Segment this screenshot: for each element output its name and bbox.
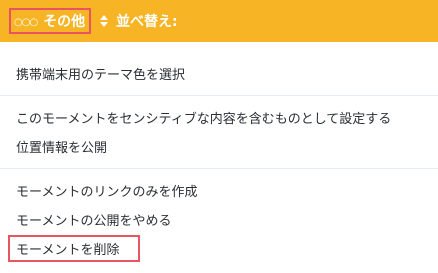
other-menu-label: その他 xyxy=(43,14,86,30)
menu-item-theme-color[interactable]: 携帯端末用のテーマ色を選択 xyxy=(16,64,185,83)
menu-divider xyxy=(0,168,438,169)
sort-arrows-icon xyxy=(99,14,109,28)
sort-label: 並べ替え: xyxy=(116,14,178,30)
ellipsis-icon: ○○○ xyxy=(14,16,38,28)
menu-divider xyxy=(0,95,438,96)
top-toolbar: ○○○ その他 並べ替え: xyxy=(0,0,438,42)
sort-button[interactable]: 並べ替え: xyxy=(99,0,178,42)
menu-item-unpublish[interactable]: モーメントの公開をやめる xyxy=(16,210,171,229)
menu-item-share-location[interactable]: 位置情報を公開 xyxy=(16,137,107,156)
menu-item-create-link-only[interactable]: モーメントのリンクのみを作成 xyxy=(16,181,197,200)
other-menu-button[interactable]: ○○○ その他 xyxy=(9,8,92,34)
menu-item-mark-sensitive[interactable]: このモーメントをセンシティブな内容を含むものとして設定する xyxy=(16,108,391,127)
delete-highlight-box xyxy=(8,235,140,262)
